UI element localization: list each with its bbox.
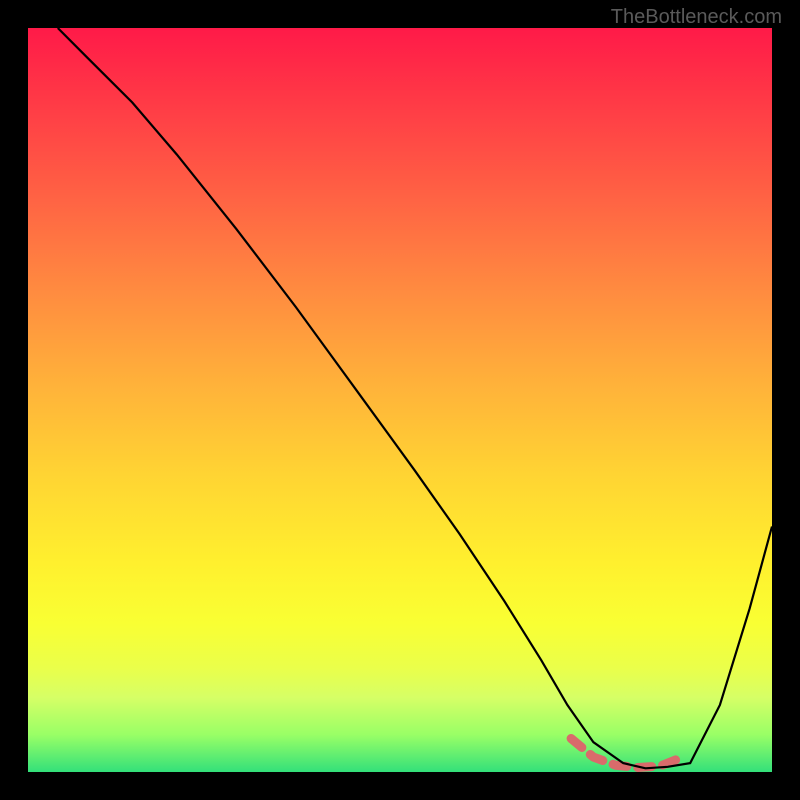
- chart-frame: TheBottleneck.com: [0, 0, 800, 800]
- bottleneck-curve: [58, 28, 772, 768]
- watermark-text: TheBottleneck.com: [611, 6, 782, 29]
- chart-svg: [28, 28, 772, 772]
